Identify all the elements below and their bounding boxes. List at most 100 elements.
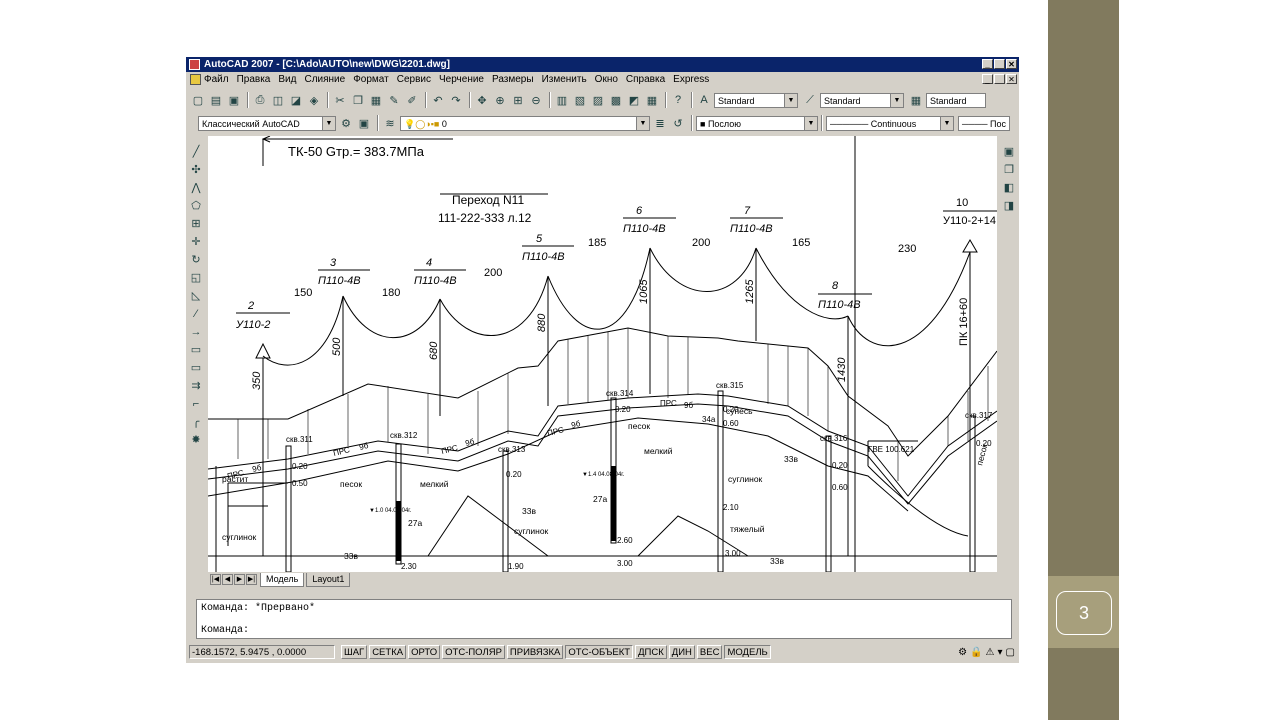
- menu-file[interactable]: Файл: [204, 74, 229, 85]
- tool-palettes-icon[interactable]: ▨: [590, 92, 606, 108]
- doc-minimize-button[interactable]: _: [982, 74, 993, 84]
- menu-merge[interactable]: Слияние: [304, 74, 345, 85]
- command-prompt[interactable]: Команда:: [201, 625, 249, 636]
- osnap-toggle[interactable]: ПРИВЯЗКА: [506, 645, 564, 659]
- make-current-layer-icon[interactable]: ≣: [652, 115, 668, 131]
- doc-restore-button[interactable]: [994, 74, 1005, 84]
- dyn-toggle[interactable]: ДИН: [668, 645, 695, 659]
- construction-line-icon[interactable]: ✣: [188, 161, 204, 178]
- polygon-icon[interactable]: ⬠: [188, 197, 204, 214]
- paste-icon[interactable]: ▦: [368, 92, 384, 108]
- calculator-icon[interactable]: ▦: [644, 92, 660, 108]
- snap-toggle[interactable]: ШАГ: [341, 645, 368, 659]
- tray-menu-icon[interactable]: ▾: [998, 647, 1003, 658]
- array-icon[interactable]: ⊞: [188, 215, 204, 232]
- preview-icon[interactable]: ◫: [270, 92, 286, 108]
- grid-toggle[interactable]: СЕТКА: [369, 645, 407, 659]
- minimize-button[interactable]: _: [982, 59, 993, 69]
- zoom-window-icon[interactable]: ⊞: [510, 92, 526, 108]
- move-icon[interactable]: ✛: [188, 233, 204, 250]
- clean-screen-icon[interactable]: ▢: [1006, 647, 1015, 658]
- menu-modify[interactable]: Изменить: [542, 74, 587, 85]
- layers-panel-icon[interactable]: ▣: [1001, 143, 1017, 159]
- extend-icon[interactable]: →: [188, 323, 204, 340]
- save-icon[interactable]: ▣: [226, 92, 242, 108]
- design-center-icon[interactable]: ▧: [572, 92, 588, 108]
- line-icon[interactable]: ╱: [188, 143, 204, 160]
- chamfer-icon[interactable]: ⌐: [188, 395, 204, 412]
- ortho-toggle[interactable]: ОРТО: [408, 645, 441, 659]
- next-tab-icon[interactable]: ▶: [234, 574, 245, 585]
- first-tab-icon[interactable]: |◀: [210, 574, 221, 585]
- lock-icon[interactable]: 🔒: [970, 647, 982, 658]
- menu-dimension[interactable]: Размеры: [492, 74, 534, 85]
- mirror-icon[interactable]: ◧: [1001, 179, 1017, 195]
- layer-combo[interactable]: 💡◯◑▪■ 0 ▼: [400, 115, 650, 131]
- document-icon[interactable]: [190, 74, 201, 85]
- tab-model[interactable]: Модель: [260, 572, 305, 587]
- menu-format[interactable]: Формат: [353, 74, 389, 85]
- ducs-toggle[interactable]: ДПСК: [635, 645, 667, 659]
- dim-style-combo[interactable]: Standard ▼: [820, 92, 904, 108]
- undo-icon[interactable]: ↶: [430, 92, 446, 108]
- linetype-combo[interactable]: ────── Continuous ▼: [826, 115, 954, 131]
- tray-settings-icon[interactable]: ⚙: [958, 647, 967, 658]
- print-icon[interactable]: ⎙: [252, 92, 268, 108]
- 3d-dwf-icon[interactable]: ◈: [306, 92, 322, 108]
- layer-manager-icon[interactable]: ≋: [382, 115, 398, 131]
- menu-help[interactable]: Справка: [626, 74, 665, 85]
- markup-icon[interactable]: ◩: [626, 92, 642, 108]
- polyline-icon[interactable]: ⋀: [188, 179, 204, 196]
- lwt-toggle[interactable]: ВЕС: [696, 645, 723, 659]
- prev-tab-icon[interactable]: ◀: [222, 574, 233, 585]
- join-icon[interactable]: ⇉: [188, 377, 204, 394]
- help-icon[interactable]: ?: [670, 92, 686, 108]
- menu-express[interactable]: Express: [673, 74, 709, 85]
- text-style-combo[interactable]: Standard ▼: [714, 92, 798, 108]
- copy-icon[interactable]: ❐: [350, 92, 366, 108]
- menu-edit[interactable]: Правка: [237, 74, 271, 85]
- menu-window[interactable]: Окно: [595, 74, 618, 85]
- break-icon[interactable]: ▭: [188, 359, 204, 376]
- redo-icon[interactable]: ↷: [448, 92, 464, 108]
- sheet-set-icon[interactable]: ▩: [608, 92, 624, 108]
- text-style-icon[interactable]: A: [696, 92, 712, 108]
- copy-object-icon[interactable]: ❐: [1001, 161, 1017, 177]
- tab-layout1[interactable]: Layout1: [306, 572, 351, 587]
- color-combo[interactable]: ■ Послою ▼: [696, 115, 818, 131]
- properties-icon[interactable]: ▥: [554, 92, 570, 108]
- block-editor-icon[interactable]: ✐: [404, 92, 420, 108]
- drawing-canvas[interactable]: ТК-50 Gтр.= 383.7МПа Переход N11 111-222…: [208, 136, 997, 572]
- dim-style-icon[interactable]: ⟋: [802, 92, 818, 108]
- table-style-icon[interactable]: ▦: [908, 92, 924, 108]
- explode-icon[interactable]: ✸: [188, 431, 204, 448]
- new-icon[interactable]: ▢: [190, 92, 206, 108]
- match-properties-icon[interactable]: ✎: [386, 92, 402, 108]
- rectangle-icon[interactable]: ▭: [188, 341, 204, 358]
- polar-toggle[interactable]: ОТС-ПОЛЯР: [442, 645, 505, 659]
- zoom-realtime-icon[interactable]: ⊕: [492, 92, 508, 108]
- menu-view[interactable]: Вид: [278, 74, 296, 85]
- open-icon[interactable]: ▤: [208, 92, 224, 108]
- fillet-icon[interactable]: ╭: [188, 413, 204, 430]
- workspace-settings-icon[interactable]: ⚙: [338, 115, 354, 131]
- layout-icon[interactable]: ▣: [356, 115, 372, 131]
- zoom-previous-icon[interactable]: ⊖: [528, 92, 544, 108]
- rotate-icon[interactable]: ↻: [188, 251, 204, 268]
- lineweight-combo[interactable]: ──── Пос: [958, 115, 1010, 131]
- communication-icon[interactable]: ⚠: [986, 647, 995, 658]
- close-button[interactable]: ✕: [1006, 59, 1017, 69]
- doc-close-button[interactable]: ✕: [1006, 74, 1017, 84]
- model-toggle[interactable]: МОДЕЛЬ: [724, 645, 771, 659]
- restore-button[interactable]: [994, 59, 1005, 69]
- last-tab-icon[interactable]: ▶|: [246, 574, 257, 585]
- offset-icon[interactable]: ◨: [1001, 197, 1017, 213]
- cut-icon[interactable]: ✂: [332, 92, 348, 108]
- stretch-icon[interactable]: ◺: [188, 287, 204, 304]
- publish-icon[interactable]: ◪: [288, 92, 304, 108]
- command-window[interactable]: Команда: *Прервано* Команда:: [196, 599, 1012, 639]
- otrack-toggle[interactable]: ОТС-ОБЪЕКТ: [565, 645, 634, 659]
- workspace-combo[interactable]: Классический AutoCAD ▼: [198, 115, 336, 131]
- table-style-combo[interactable]: Standard: [926, 92, 986, 108]
- scale-icon[interactable]: ◱: [188, 269, 204, 286]
